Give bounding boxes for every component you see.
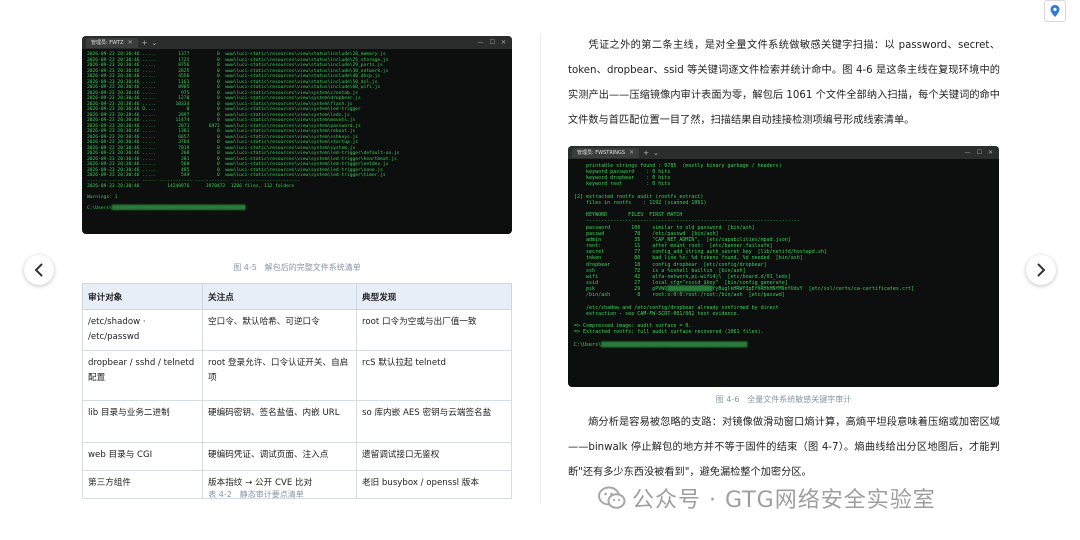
table-header-cell: 关注点 — [202, 283, 357, 310]
location-pin-button[interactable] — [1044, 0, 1066, 22]
watermark: 公众号 · GTG网络安全实验室 — [598, 482, 936, 514]
terminal-tab-title: 管理员: FWSTRINGS — [577, 149, 626, 156]
window-controls: — ☐ ✕ — [965, 149, 999, 156]
table-cell: 空口令、默认哈希、可逆口令 — [202, 309, 357, 351]
close-icon: ✕ — [629, 148, 635, 156]
table-cell: 遗留调试接口无鉴权 — [356, 442, 512, 471]
close-icon: ✕ — [127, 38, 133, 46]
terminal-titlebar: 管理员: FWTZ ✕ + ⌄ — ☐ ✕ — [82, 36, 512, 49]
table-row: /etc/shadow · /etc/passwd 空口令、默认哈希、可逆口令 … — [82, 309, 512, 351]
previous-page-button[interactable] — [24, 255, 54, 285]
audit-points-table: 审计对象 关注点 典型发现 /etc/shadow · /etc/passwd … — [82, 283, 512, 499]
document-viewer: 管理员: FWTZ ✕ + ⌄ — ☐ ✕ 2026-09-23 20:30:46 .… — [0, 0, 1080, 540]
page-spread-divider — [540, 34, 541, 504]
paragraph-text: 凭证之外的第二条主线，是对全量文件系统做敏感关键字扫描：以 password、s… — [568, 40, 1000, 126]
terminal-titlebar: 管理员: FWSTRINGS ✕ + ⌄ — ☐ ✕ — [568, 146, 999, 159]
wechat-icon — [598, 486, 626, 509]
table-cell: 硬编码凭证、调试页面、注入点 — [202, 442, 357, 471]
table-cell: web 目录与 CGI — [82, 442, 203, 471]
table-row: dropbear / sshd / telnetd 配置 root 登录允许、口… — [82, 350, 512, 401]
chevron-down-icon: ⌄ — [652, 148, 659, 157]
maximize-icon: ☐ — [976, 149, 982, 156]
redacted-path: ████████████████████████████████████████… — [601, 341, 748, 348]
table-cell: root 口令为空或与出厂值一致 — [356, 309, 512, 351]
figure-caption-4-5: 图 4-5 解包后的完整文件系统清单 — [233, 263, 361, 272]
figure-caption-4-6: 图 4-6 全量文件系统敏感关键字审计 — [715, 395, 852, 404]
terminal-tab: 管理员: FWTZ ✕ — [86, 37, 138, 48]
plus-icon: + — [141, 38, 148, 47]
next-page-button[interactable] — [1026, 255, 1056, 285]
body-paragraph-2: 熵分析是容易被忽略的支路：对镜像做滑动窗口熵计算，高熵平坦段意味着压缩或加密区域… — [568, 410, 1000, 485]
table-cell: 硬编码密钥、签名盐值、内嵌 URL — [202, 400, 357, 443]
chevron-left-icon — [34, 263, 43, 277]
terminal-screenshot-fig-4-5: 管理员: FWTZ ✕ + ⌄ — ☐ ✕ 2026-09-23 20:30:46 .… — [82, 36, 512, 234]
minimize-icon: — — [477, 39, 484, 46]
maximize-icon: ☐ — [489, 39, 495, 46]
plus-icon: + — [643, 148, 649, 157]
window-close-icon: ✕ — [987, 149, 993, 156]
table-cell: /etc/shadow · /etc/passwd — [82, 309, 203, 351]
table-header-row: 审计对象 关注点 典型发现 — [82, 283, 512, 310]
table-caption-4-2: 表 4-2 静态审计要点清单 — [208, 490, 304, 499]
table-row: web 目录与 CGI 硬编码凭证、调试页面、注入点 遗留调试接口无鉴权 — [82, 442, 512, 471]
redacted-text: ████████████████ — [667, 286, 713, 293]
terminal-output: printable strings found : 9785 (mostly b… — [574, 163, 914, 348]
command-prompt: C:\Users\ — [574, 341, 602, 348]
window-close-icon: ✕ — [500, 39, 506, 46]
table-cell: so 库内嵌 AES 密钥与云端签名盐 — [356, 400, 512, 443]
minimize-icon: — — [964, 149, 971, 156]
table-cell: rcS 默认拉起 telnetd — [356, 350, 512, 401]
terminal-tab: 管理员: FWSTRINGS ✕ — [572, 147, 640, 158]
watermark-text: 公众号 · GTG网络安全实验室 — [632, 488, 936, 513]
terminal-output: 2026-09-23 20:30:46 ..... 1377 0 www\luc… — [87, 52, 400, 211]
table-row: lib 目录与业务二进制 硬编码密钥、签名盐值、内嵌 URL so 库内嵌 AE… — [82, 400, 512, 443]
table-header-cell: 审计对象 — [82, 283, 203, 310]
command-prompt: C:\Users\ — [87, 206, 112, 211]
paragraph-text: 熵分析是容易被忽略的支路：对镜像做滑动窗口熵计算，高熵平坦段意味着压缩或加密区域… — [568, 417, 1000, 478]
terminal-tab-title: 管理员: FWTZ — [91, 39, 124, 46]
terminal-screenshot-fig-4-6: 管理员: FWSTRINGS ✕ + ⌄ — ☐ ✕ printable string… — [568, 146, 999, 387]
redacted-path: ████████████████████████████████████████… — [111, 206, 246, 211]
table-cell: dropbear / sshd / telnetd 配置 — [82, 350, 203, 401]
window-controls: — ☐ ✕ — [478, 39, 512, 46]
table-cell: lib 目录与业务二进制 — [82, 400, 203, 443]
body-paragraph-1: 凭证之外的第二条主线，是对全量文件系统做敏感关键字扫描：以 password、s… — [568, 33, 1000, 133]
location-pin-icon — [1050, 5, 1060, 17]
table-header-cell: 典型发现 — [356, 283, 512, 310]
chevron-down-icon: ⌄ — [151, 38, 158, 47]
table-cell: root 登录允许、口令认证开关、自启项 — [202, 350, 357, 401]
chevron-right-icon — [1037, 263, 1046, 277]
